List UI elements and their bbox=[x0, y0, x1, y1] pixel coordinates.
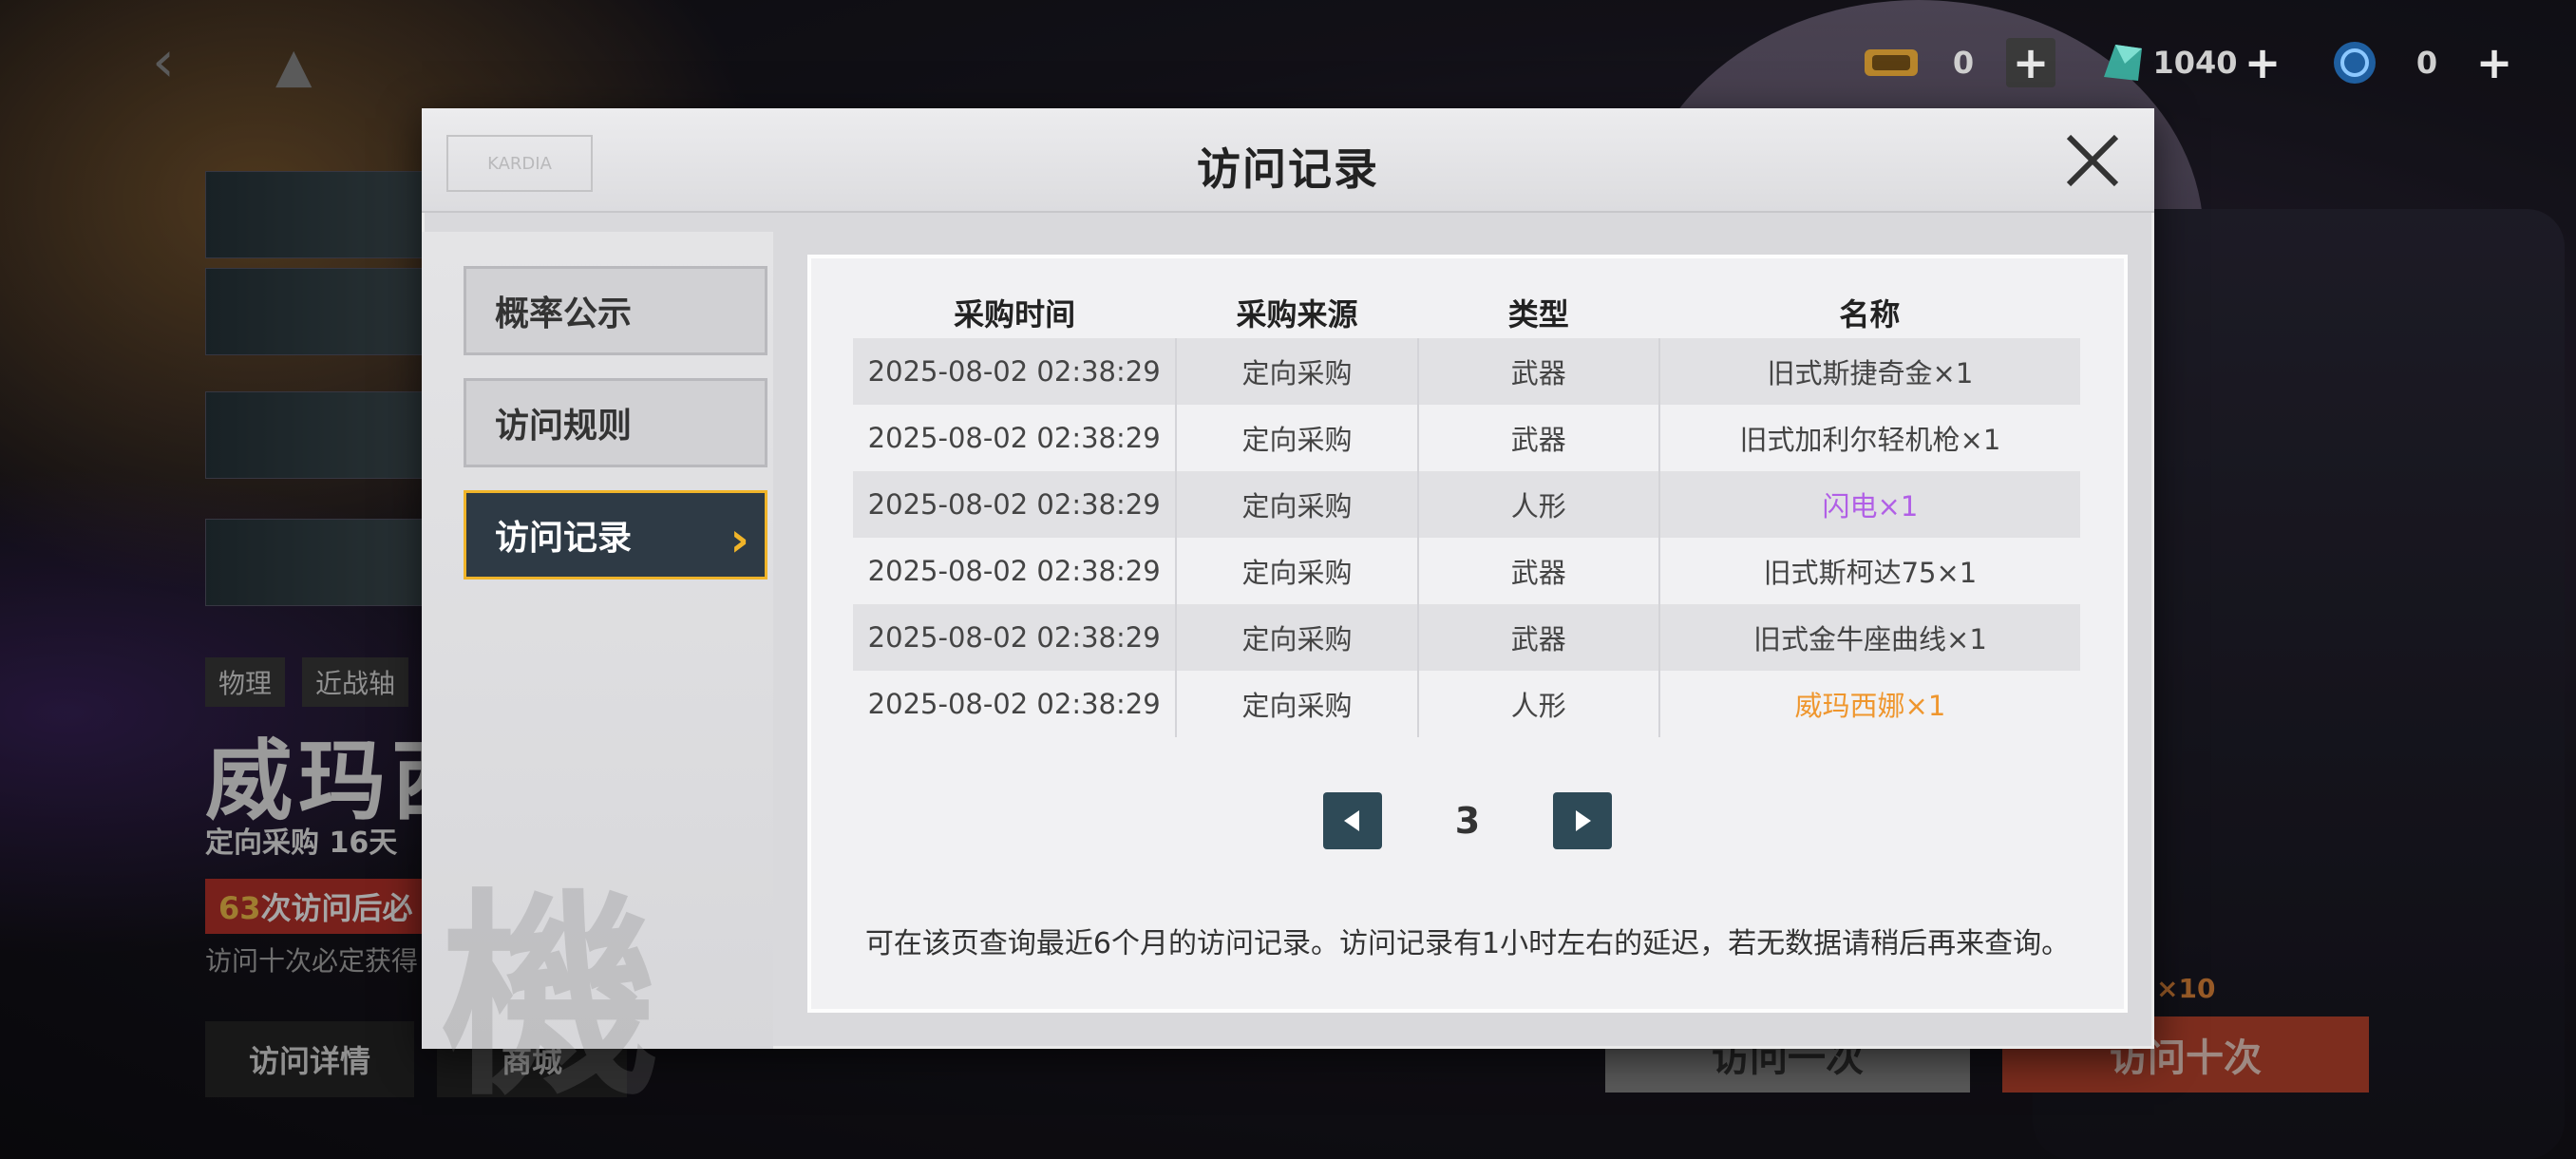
page-number: 3 bbox=[1454, 800, 1481, 842]
cell-name: 闪电×1 bbox=[1657, 471, 2080, 538]
add-coin-button[interactable]: + bbox=[2470, 37, 2519, 88]
cell-source: 定向采购 bbox=[1175, 471, 1418, 538]
table-header-row: 采购时间 采购来源 类型 名称 bbox=[853, 287, 2080, 338]
record-modal: KARDIA 访问记录 機 概率公示 访问规则 访问记录 › 采购时间 采购来源 … bbox=[422, 108, 2154, 1126]
add-ticket-button[interactable]: + bbox=[2006, 37, 2055, 88]
currency-ticket: 0 + bbox=[1862, 36, 2055, 89]
table-row: 2025-08-02 02:38:29 定向采购 人形 威玛西娜×1 bbox=[853, 671, 2080, 737]
table-row: 2025-08-02 02:38:29 定向采购 武器 旧式斯捷奇金×1 bbox=[853, 338, 2080, 405]
currency-bar: 0 + 1040 + 0 + bbox=[1824, 36, 2519, 89]
cell-name: 威玛西娜×1 bbox=[1657, 671, 2080, 737]
pagination: 3 bbox=[811, 792, 2124, 849]
cell-source: 定向采购 bbox=[1175, 338, 1418, 405]
cell-type: 人形 bbox=[1416, 671, 1659, 737]
cell-name: 旧式金牛座曲线×1 bbox=[1657, 604, 2080, 671]
table-row: 2025-08-02 02:38:29 定向采购 人形 闪电×1 bbox=[853, 471, 2080, 538]
triangle-right-icon bbox=[1576, 810, 1591, 831]
records-note: 可在该页查询最近6个月的访问记录。访问记录有1小时左右的延迟，若无数据请稍后再来… bbox=[864, 927, 2071, 960]
chevron-right-icon: › bbox=[729, 512, 749, 567]
cell-time: 2025-08-02 02:38:29 bbox=[867, 422, 1161, 454]
cell-time: 2025-08-02 02:38:29 bbox=[853, 338, 1177, 405]
table-row: 2025-08-02 02:38:29 定向采购 武器 旧式加利尔轻机枪×1 bbox=[853, 405, 2080, 471]
tab-label: 访问规则 bbox=[495, 407, 633, 446]
records-table: 采购时间 采购来源 类型 名称 2025-08-02 02:38:29 定向采购武… bbox=[853, 287, 2080, 737]
cell-time: 2025-08-02 02:38:29 bbox=[867, 555, 1161, 587]
cell-time: 2025-08-02 02:38:29 bbox=[867, 688, 1161, 720]
cell-time: 2025-08-02 02:38:29 bbox=[853, 471, 1177, 538]
ticket-icon bbox=[1862, 38, 1921, 87]
table-row: 2025-08-02 02:38:29 定向采购 武器 旧式斯柯达75×1 bbox=[853, 538, 2080, 604]
cell-name: 旧式加利尔轻机枪×1 bbox=[1657, 405, 2080, 471]
records-panel: 采购时间 采购来源 类型 名称 2025-08-02 02:38:29 定向采购武… bbox=[807, 255, 2128, 1013]
next-page-button[interactable] bbox=[1553, 792, 1612, 849]
cell-type: 武器 bbox=[1416, 604, 1659, 671]
cell-source: 定向采购 bbox=[1175, 671, 1418, 737]
currency-crystal: 1040 + bbox=[2093, 36, 2287, 89]
cell-name: 旧式斯柯达75×1 bbox=[1657, 538, 2080, 604]
tab-label: 访问记录 bbox=[495, 519, 633, 558]
col-name: 名称 bbox=[1839, 296, 1901, 332]
crystal-count: 1040 bbox=[2152, 45, 2238, 81]
add-crystal-button[interactable]: + bbox=[2238, 37, 2287, 88]
cell-time: 2025-08-02 02:38:29 bbox=[853, 604, 1177, 671]
table-row: 2025-08-02 02:38:29 定向采购 武器 旧式金牛座曲线×1 bbox=[853, 604, 2080, 671]
cell-source: 定向采购 bbox=[1175, 538, 1418, 604]
coin-icon bbox=[2325, 38, 2384, 87]
col-type: 类型 bbox=[1507, 296, 1569, 332]
cell-type: 武器 bbox=[1416, 538, 1659, 604]
triangle-left-icon bbox=[1344, 810, 1359, 831]
cell-type: 武器 bbox=[1416, 405, 1659, 471]
col-time: 采购时间 bbox=[954, 296, 1076, 332]
cell-type: 人形 bbox=[1416, 471, 1659, 538]
cell-source: 定向采购 bbox=[1175, 405, 1418, 471]
cell-name: 旧式斯捷奇金×1 bbox=[1657, 338, 2080, 405]
ticket-count: 0 bbox=[1952, 45, 1975, 81]
tab-probability[interactable]: 概率公示 bbox=[464, 266, 767, 355]
close-button[interactable] bbox=[2059, 127, 2126, 194]
coin-count: 0 bbox=[2415, 45, 2438, 81]
prev-page-button[interactable] bbox=[1323, 792, 1382, 849]
currency-coin: 0 + bbox=[2325, 36, 2519, 89]
close-icon bbox=[2066, 134, 2119, 187]
watermark-glyph: 機 bbox=[441, 869, 660, 1126]
tab-label: 概率公示 bbox=[495, 294, 633, 333]
modal-title: 访问记录 bbox=[1197, 143, 1379, 195]
modal-header: KARDIA 访问记录 bbox=[422, 108, 2154, 213]
cell-source: 定向采购 bbox=[1175, 604, 1418, 671]
crystal-icon bbox=[2093, 38, 2152, 87]
tab-rules[interactable]: 访问规则 bbox=[464, 378, 767, 467]
col-source: 采购来源 bbox=[1236, 296, 1358, 332]
tab-records[interactable]: 访问记录 › bbox=[464, 490, 767, 580]
cell-type: 武器 bbox=[1416, 338, 1659, 405]
